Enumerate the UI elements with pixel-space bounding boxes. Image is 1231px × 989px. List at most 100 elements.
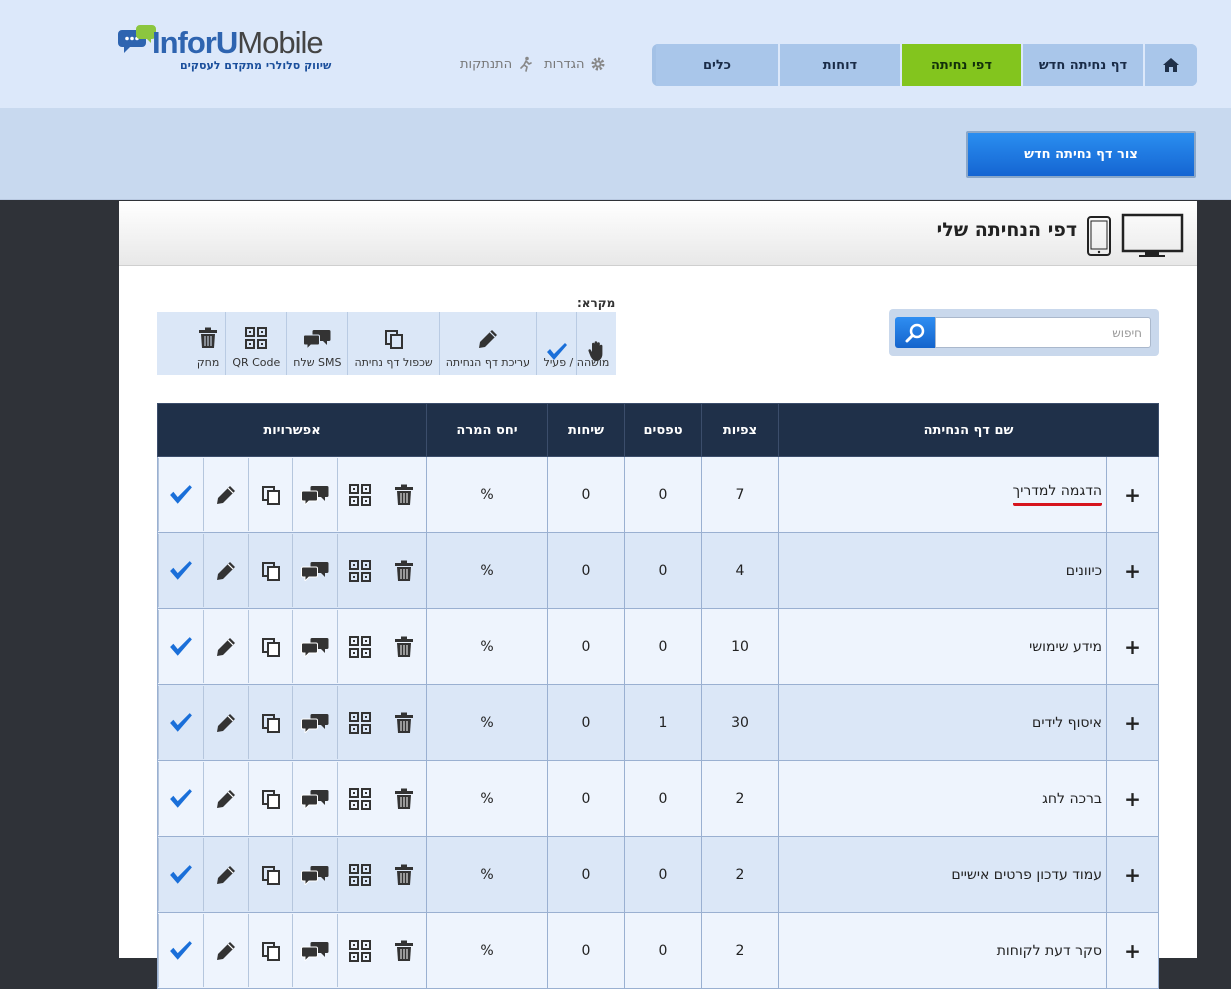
landing-page-name-text: מידע שימושי bbox=[1029, 638, 1102, 655]
copy-icon bbox=[261, 637, 280, 657]
delete-button[interactable] bbox=[382, 838, 426, 911]
legend-delete: מחק bbox=[191, 312, 225, 375]
nav-home[interactable] bbox=[1143, 44, 1197, 86]
header-views[interactable]: צפיות bbox=[701, 403, 779, 457]
copy-icon bbox=[384, 330, 403, 349]
qr-code-button[interactable] bbox=[337, 458, 382, 531]
trash-icon bbox=[199, 327, 218, 348]
toggle-active-button[interactable] bbox=[158, 686, 203, 759]
nav-tools[interactable]: כלים bbox=[656, 44, 778, 86]
nav-landing-pages[interactable]: דפי נחיתה bbox=[900, 44, 1021, 86]
toggle-active-button[interactable] bbox=[158, 914, 203, 987]
landing-page-name[interactable]: סקר דעת לקוחות bbox=[778, 912, 1107, 989]
qr-icon bbox=[349, 939, 372, 962]
qr-code-button[interactable] bbox=[337, 762, 382, 835]
logo-wordmark: InforUMobile bbox=[152, 25, 324, 60]
header-conversion[interactable]: יחס המרה bbox=[426, 403, 548, 457]
delete-button[interactable] bbox=[382, 458, 426, 531]
landing-page-name-text: סקר דעת לקוחות bbox=[996, 942, 1102, 959]
send-sms-button[interactable] bbox=[292, 686, 337, 759]
views-cell: 2 bbox=[701, 912, 779, 989]
search-button[interactable] bbox=[895, 317, 935, 348]
logo[interactable]: InforUMobile שיווק סלולרי מתקדם לעסקים bbox=[118, 22, 348, 77]
duplicate-button[interactable] bbox=[247, 534, 293, 607]
send-sms-button[interactable] bbox=[292, 534, 337, 607]
delete-button[interactable] bbox=[382, 914, 426, 987]
search-input[interactable] bbox=[935, 317, 1151, 348]
row-actions bbox=[157, 836, 427, 913]
expand-row-button[interactable]: + bbox=[1106, 532, 1159, 609]
legend-edit-label: עריכת דף הנחיתה bbox=[445, 356, 530, 369]
qr-code-button[interactable] bbox=[337, 610, 382, 683]
toggle-active-button[interactable] bbox=[158, 762, 203, 835]
pencil-icon bbox=[478, 330, 497, 348]
toggle-active-button[interactable] bbox=[158, 458, 203, 531]
header-calls[interactable]: שיחות bbox=[547, 403, 625, 457]
expand-row-button[interactable]: + bbox=[1106, 836, 1159, 913]
edit-button[interactable] bbox=[202, 914, 248, 987]
edit-button[interactable] bbox=[202, 458, 248, 531]
copy-icon bbox=[261, 713, 280, 733]
checkmark-icon bbox=[170, 484, 192, 504]
landing-page-name[interactable]: עמוד עדכון פרטים אישיים bbox=[778, 836, 1107, 913]
landing-page-name[interactable]: כיוונים bbox=[778, 532, 1107, 609]
send-sms-button[interactable] bbox=[292, 458, 337, 531]
nav-new-landing-page[interactable]: דף נחיתה חדש bbox=[1021, 44, 1143, 86]
edit-button[interactable] bbox=[202, 610, 248, 683]
qr-code-button[interactable] bbox=[337, 838, 382, 911]
toggle-active-button[interactable] bbox=[158, 610, 203, 683]
edit-button[interactable] bbox=[202, 534, 248, 607]
expand-row-button[interactable]: + bbox=[1106, 684, 1159, 761]
delete-button[interactable] bbox=[382, 534, 426, 607]
conversion-cell: % bbox=[426, 684, 548, 761]
logo-tagline: שיווק סלולרי מתקדם לעסקים bbox=[180, 59, 332, 72]
toggle-active-button[interactable] bbox=[158, 534, 203, 607]
duplicate-button[interactable] bbox=[247, 914, 293, 987]
send-sms-button[interactable] bbox=[292, 610, 337, 683]
header-name[interactable]: שם דף הנחיתה bbox=[778, 403, 1159, 457]
settings-link[interactable]: הגדרות bbox=[544, 56, 606, 72]
send-sms-button[interactable] bbox=[292, 838, 337, 911]
qr-code-button[interactable] bbox=[337, 914, 382, 987]
trash-icon bbox=[395, 484, 414, 505]
expand-row-button[interactable]: + bbox=[1106, 608, 1159, 685]
delete-button[interactable] bbox=[382, 762, 426, 835]
toggle-active-button[interactable] bbox=[158, 838, 203, 911]
landing-page-name[interactable]: מידע שימושי bbox=[778, 608, 1107, 685]
nav-reports[interactable]: דוחות bbox=[778, 44, 900, 86]
edit-button[interactable] bbox=[202, 838, 248, 911]
edit-button[interactable] bbox=[202, 762, 248, 835]
send-sms-button[interactable] bbox=[292, 762, 337, 835]
duplicate-button[interactable] bbox=[247, 838, 293, 911]
forms-cell: 0 bbox=[624, 532, 702, 609]
pencil-icon bbox=[216, 865, 235, 884]
expand-symbol: + bbox=[1124, 862, 1141, 887]
conversion-cell: % bbox=[426, 532, 548, 609]
row-actions bbox=[157, 760, 427, 837]
conversion-cell: % bbox=[426, 912, 548, 989]
expand-row-button[interactable]: + bbox=[1106, 760, 1159, 837]
header-forms[interactable]: טפסים bbox=[624, 403, 702, 457]
duplicate-button[interactable] bbox=[247, 686, 293, 759]
landing-page-name[interactable]: איסוף לידים bbox=[778, 684, 1107, 761]
conversion-cell: % bbox=[426, 456, 548, 533]
delete-button[interactable] bbox=[382, 686, 426, 759]
delete-button[interactable] bbox=[382, 610, 426, 683]
landing-page-name[interactable]: הדגמה למדריך bbox=[778, 456, 1107, 533]
send-sms-button[interactable] bbox=[292, 914, 337, 987]
duplicate-button[interactable] bbox=[247, 762, 293, 835]
expand-row-button[interactable]: + bbox=[1106, 912, 1159, 989]
views-cell: 30 bbox=[701, 684, 779, 761]
logout-link[interactable]: התנתקות bbox=[460, 56, 534, 72]
expand-symbol: + bbox=[1124, 634, 1141, 659]
pencil-icon bbox=[216, 713, 235, 732]
landing-page-name[interactable]: ברכה לחג bbox=[778, 760, 1107, 837]
edit-button[interactable] bbox=[202, 686, 248, 759]
table-row: + סקר דעת לקוחות 2 0 0 % bbox=[157, 912, 1159, 989]
qr-code-button[interactable] bbox=[337, 686, 382, 759]
expand-row-button[interactable]: + bbox=[1106, 456, 1159, 533]
duplicate-button[interactable] bbox=[247, 610, 293, 683]
qr-code-button[interactable] bbox=[337, 534, 382, 607]
duplicate-button[interactable] bbox=[247, 458, 293, 531]
create-landing-page-button[interactable]: צור דף נחיתה חדש bbox=[966, 131, 1196, 178]
